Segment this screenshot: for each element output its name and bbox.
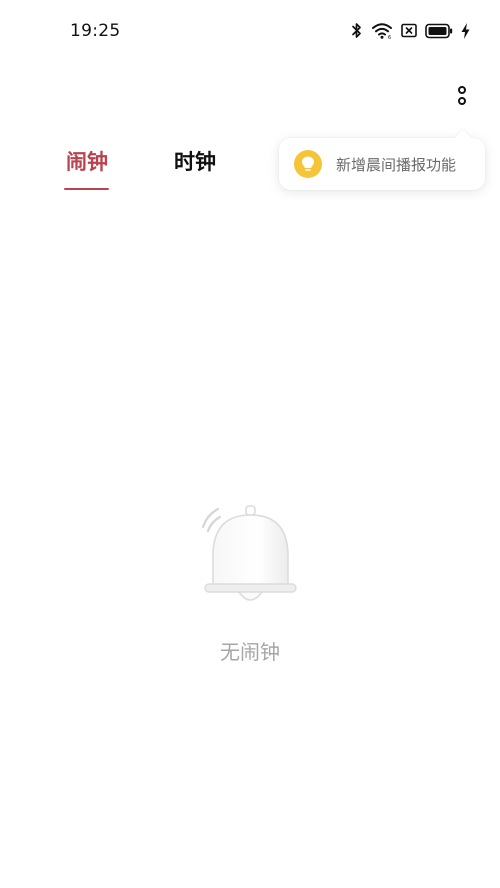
more-options-button[interactable] (448, 84, 476, 112)
bluetooth-icon (351, 22, 363, 39)
feature-tip-bubble[interactable]: 新增晨间播报功能 (279, 138, 485, 190)
lightbulb-icon (294, 150, 322, 178)
svg-text:6: 6 (388, 35, 391, 39)
sim-off-icon (401, 23, 417, 38)
wifi-icon: 6 (371, 22, 393, 39)
feature-tip-text: 新增晨间播报功能 (336, 155, 457, 174)
bell-icon (196, 500, 306, 612)
tab-clock[interactable]: 时钟 (174, 146, 216, 176)
status-icons: 6 (351, 22, 470, 39)
status-time: 19:25 (70, 21, 121, 41)
more-vertical-icon (457, 85, 467, 111)
charging-icon (461, 22, 470, 39)
tab-indicator (64, 188, 109, 190)
battery-icon (425, 23, 453, 39)
alarm-screen: 19:25 6 闹钟 时钟 新增晨间播报功能 无闹钟 (0, 0, 500, 888)
status-bar: 19:25 6 (0, 0, 500, 62)
tab-alarm[interactable]: 闹钟 (66, 146, 108, 176)
empty-state-text: 无闹钟 (220, 640, 280, 664)
